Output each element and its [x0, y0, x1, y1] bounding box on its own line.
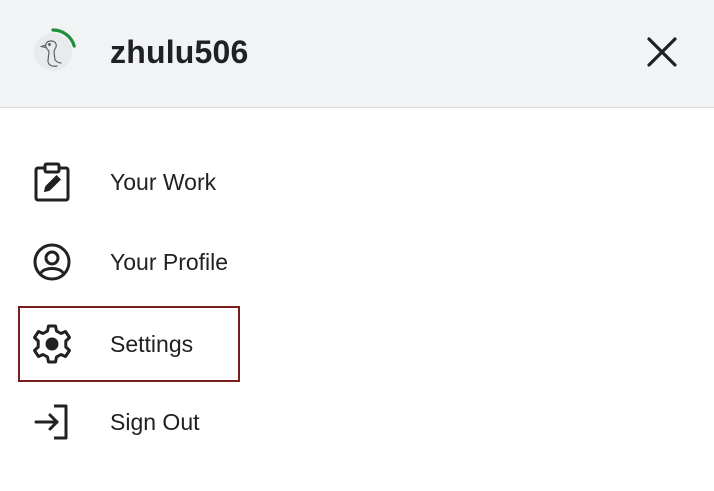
account-header: zhulu506 — [0, 0, 714, 108]
username: zhulu506 — [110, 34, 249, 70]
user-circle-icon — [32, 242, 72, 282]
menu-item-settings[interactable]: Settings — [18, 306, 240, 382]
menu-item-sign-out[interactable]: Sign Out — [18, 384, 240, 460]
goose-avatar-icon — [34, 28, 76, 71]
menu-item-your-work[interactable]: Your Work — [18, 144, 240, 220]
clipboard-edit-icon — [32, 162, 72, 202]
menu-item-label: Settings — [110, 331, 194, 357]
menu-item-label: Your Work — [110, 169, 217, 195]
close-button[interactable] — [638, 28, 686, 76]
close-icon — [647, 37, 677, 67]
menu-item-your-profile[interactable]: Your Profile — [18, 224, 240, 300]
account-menu-panel: zhulu506 Your Work Your Profile Settings… — [0, 0, 714, 491]
gear-icon — [32, 324, 72, 364]
sign-out-icon — [32, 402, 72, 442]
menu-item-label: Sign Out — [110, 409, 200, 435]
menu-item-label: Your Profile — [110, 249, 229, 275]
avatar[interactable] — [28, 27, 78, 77]
